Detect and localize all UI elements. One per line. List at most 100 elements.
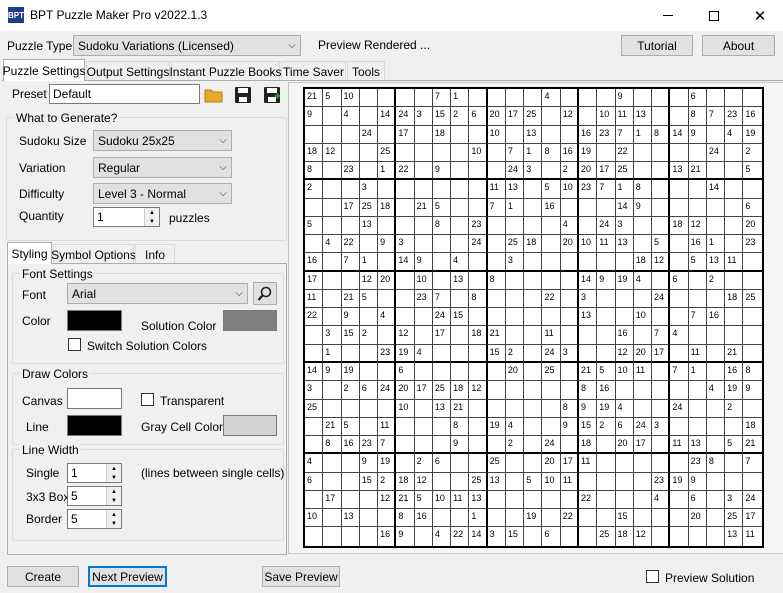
switch-solution-colors-checkbox[interactable] — [68, 338, 81, 351]
sudoku-cell: 12 — [469, 381, 488, 400]
font-color-swatch[interactable] — [67, 310, 122, 331]
canvas-color-swatch[interactable] — [67, 388, 122, 409]
sudoku-cell: 9 — [341, 308, 360, 327]
sudoku-cell — [451, 180, 470, 199]
sudoku-cell — [542, 162, 561, 181]
sudoku-size-select[interactable]: Sudoku 25x25 ⌵ — [93, 130, 232, 151]
sudoku-cell — [579, 527, 598, 546]
spin-up-icon[interactable]: ▲ — [107, 464, 121, 473]
tab-styling[interactable]: Styling — [7, 242, 52, 264]
sudoku-cell: 8 — [451, 417, 470, 437]
create-button[interactable]: Create — [7, 566, 79, 587]
about-button[interactable]: About — [702, 35, 775, 56]
sudoku-cell: 5 — [743, 162, 762, 181]
sudoku-cell: 9 — [615, 89, 634, 108]
tab-time-saver[interactable]: Time Saver — [281, 61, 346, 81]
tutorial-button[interactable]: Tutorial — [621, 35, 693, 56]
sudoku-cell: 9 — [578, 399, 598, 418]
next-preview-button[interactable]: Next Preview — [88, 566, 167, 587]
sudoku-cell: 3 — [524, 162, 543, 181]
sudoku-cell — [670, 253, 689, 272]
sudoku-cell — [359, 399, 379, 418]
sudoku-cell — [396, 180, 415, 199]
open-preset-button[interactable] — [203, 84, 225, 106]
transparent-checkbox[interactable] — [141, 393, 154, 406]
sudoku-cell: 11 — [633, 362, 653, 382]
variation-select[interactable]: Regular ⌵ — [93, 157, 232, 178]
sudoku-cell: 17 — [633, 436, 653, 455]
tab-symbol-options[interactable]: Symbol Options — [51, 244, 136, 264]
gray-cell-color-label: Gray Cell Color — [141, 420, 224, 434]
sudoku-cell — [487, 216, 506, 236]
sudoku-cell: 4 — [433, 527, 452, 546]
line-color-swatch[interactable] — [67, 415, 122, 436]
quantity-stepper[interactable]: ▲ ▼ — [144, 208, 159, 226]
spin-up-icon[interactable]: ▲ — [107, 487, 121, 496]
puzzle-type-select[interactable]: Sudoku Variations (Licensed) ⌵ — [73, 35, 301, 56]
box-width-stepper[interactable]: ▲ ▼ — [106, 487, 121, 505]
font-select[interactable]: Arial ⌵ — [67, 283, 248, 304]
sudoku-cell: 3 — [578, 289, 598, 309]
sudoku-cell: 20 — [615, 436, 634, 455]
chevron-down-icon: ⌵ — [235, 288, 243, 299]
solution-color-swatch[interactable] — [223, 310, 277, 331]
spin-down-icon[interactable]: ▼ — [145, 217, 159, 226]
spin-down-icon[interactable]: ▼ — [107, 473, 121, 482]
sudoku-cell: 17 — [560, 454, 579, 473]
preset-input[interactable]: Default — [49, 84, 200, 104]
sudoku-cell: 9 — [396, 527, 415, 546]
single-width-value: 1 — [71, 466, 78, 480]
sudoku-cell — [615, 289, 634, 309]
sudoku-cell: 20 — [633, 344, 653, 363]
sudoku-cell — [597, 344, 616, 363]
sudoku-cell — [524, 436, 543, 455]
preview-solution-checkbox[interactable] — [646, 570, 659, 583]
sudoku-cell — [743, 180, 762, 199]
save-preview-button[interactable]: Save Preview — [262, 566, 340, 587]
sudoku-cell — [378, 89, 397, 108]
difficulty-select[interactable]: Level 3 - Normal ⌵ — [93, 183, 232, 204]
sudoku-cell: 13 — [615, 235, 634, 254]
sudoku-cell: 16 — [743, 107, 762, 126]
sudoku-cell — [688, 271, 707, 290]
save-preset-button[interactable] — [232, 84, 254, 106]
sudoku-cell — [305, 198, 324, 217]
sudoku-cell: 24 — [378, 381, 397, 400]
tab-puzzle-settings[interactable]: Puzzle Settings — [3, 59, 85, 81]
minimize-button[interactable] — [645, 0, 691, 31]
spin-up-icon[interactable]: ▲ — [107, 510, 121, 519]
maximize-button[interactable] — [691, 0, 737, 31]
puzzle-type-label: Puzzle Type — [7, 39, 73, 53]
tab-instant-puzzle-books[interactable]: Instant Puzzle Books — [169, 61, 282, 81]
gray-cell-color-swatch[interactable] — [223, 415, 277, 436]
save-new-preset-button[interactable] — [261, 84, 283, 106]
spin-up-icon[interactable]: ▲ — [145, 208, 159, 217]
tab-output-settings[interactable]: Output Settings — [86, 61, 170, 81]
sudoku-size-value: Sudoku 25x25 — [98, 133, 175, 148]
sudoku-cell: 10 — [432, 490, 452, 510]
sudoku-cell: 3 — [560, 344, 579, 363]
tab-tools[interactable]: Tools — [347, 61, 385, 81]
spin-down-icon[interactable]: ▼ — [107, 519, 121, 528]
sudoku-cell — [396, 89, 415, 108]
single-width-stepper[interactable]: ▲ ▼ — [106, 464, 121, 482]
sudoku-cell: 20 — [396, 381, 415, 400]
sudoku-cell: 7 — [688, 308, 707, 327]
sudoku-cell: 1 — [378, 162, 397, 181]
font-browse-button[interactable] — [253, 282, 277, 305]
difficulty-value: Level 3 - Normal — [98, 186, 187, 201]
close-button[interactable]: ✕ — [737, 0, 783, 31]
border-width-stepper[interactable]: ▲ ▼ — [106, 510, 121, 528]
sudoku-cell: 24 — [469, 235, 488, 254]
sudoku-cell: 17 — [323, 490, 342, 510]
sudoku-cell — [323, 308, 342, 327]
tab-info[interactable]: Info — [135, 244, 175, 264]
sudoku-cell — [670, 381, 689, 400]
sudoku-cell — [633, 235, 653, 254]
sudoku-cell — [378, 125, 397, 144]
spin-down-icon[interactable]: ▼ — [107, 496, 121, 505]
sudoku-cell: 25 — [597, 527, 616, 546]
sudoku-cell — [706, 362, 726, 382]
sudoku-cell — [414, 436, 433, 455]
sudoku-cell: 25 — [487, 454, 506, 473]
